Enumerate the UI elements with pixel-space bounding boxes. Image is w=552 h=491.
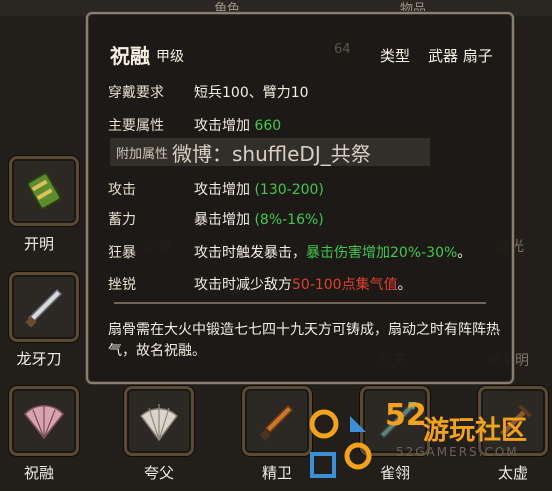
special1-text: 攻击时触发暴击， bbox=[194, 245, 306, 261]
special1-green: 暴击伤害增加20%-30% bbox=[306, 245, 458, 261]
special2-label: 挫锐 bbox=[108, 277, 136, 293]
requirement-value: 短兵100、臂力10 bbox=[194, 85, 309, 101]
special2-end: 。 bbox=[397, 277, 412, 293]
item-grade: 甲级 bbox=[156, 49, 184, 65]
slot-label-zhurong: 祝融 bbox=[23, 464, 54, 482]
blade-icon bbox=[25, 288, 63, 328]
item-type-value: 武器 扇子 bbox=[428, 47, 493, 65]
scroll-icon bbox=[27, 172, 61, 210]
special1-label: 狂暴 bbox=[108, 245, 136, 261]
divider-line bbox=[114, 302, 486, 304]
attack-label: 攻击 bbox=[108, 182, 136, 198]
watermark-text: 微博：shuffleDJ_共祭 bbox=[172, 141, 371, 166]
slot-kaiming[interactable] bbox=[9, 156, 79, 226]
attack-row: 攻击增加 (130-200) bbox=[194, 179, 324, 199]
logo-emblem-icon bbox=[309, 409, 372, 478]
logo-site: 52GAMERS.COM bbox=[396, 445, 519, 459]
main-attr-row: 攻击增加 660 bbox=[194, 115, 281, 135]
item-description: 扇骨需在大火中锻造七七四十九天方可铸成，扇动之时有阵阵热气，故名祝融。 bbox=[108, 322, 500, 359]
special1-end: 。 bbox=[457, 245, 472, 261]
attack-text: 攻击增加 bbox=[194, 182, 250, 198]
item-name: 祝融 bbox=[110, 44, 150, 68]
watermark-bar: 附加属性 微博：shuffleDJ_共祭 bbox=[110, 138, 430, 166]
main-attr-value: 660 bbox=[254, 118, 282, 134]
main-attr-label: 主要属性 bbox=[108, 118, 164, 134]
special2-red: 50-100点集气值 bbox=[292, 277, 398, 293]
dagger-icon bbox=[259, 404, 294, 441]
item-type-label: 类型 bbox=[380, 47, 411, 65]
charge-label: 蓄力 bbox=[108, 212, 136, 228]
requirement-label: 穿戴要求 bbox=[108, 85, 164, 101]
attack-value: (130-200) bbox=[254, 182, 324, 198]
logo-number: 52 bbox=[385, 398, 427, 433]
item-tooltip: 祝融 甲级 64 类型 武器 扇子 穿戴要求 短兵100、臂力10 主要属性 攻… bbox=[86, 12, 514, 384]
charge-value: (8%-16%) bbox=[254, 212, 324, 228]
charge-row: 暴击增加 (8%-16%) bbox=[194, 209, 324, 229]
logo-text: 游玩社区 bbox=[423, 416, 528, 446]
slot-label-kuafu: 夸父 bbox=[143, 464, 174, 482]
slot-zhurong[interactable] bbox=[9, 386, 79, 456]
special2-row: 攻击时减少敌方50-100点集气值。 bbox=[194, 274, 412, 294]
slot-kuafu[interactable] bbox=[124, 386, 194, 456]
main-attr-text: 攻击增加 bbox=[194, 118, 255, 134]
charge-text: 暴击增加 bbox=[194, 212, 250, 228]
fan-icon bbox=[24, 405, 64, 440]
special2-text: 攻击时减少敌方 bbox=[194, 277, 292, 293]
special1-row: 攻击时触发暴击，暴击伤害增加20%-30%。 bbox=[194, 242, 471, 262]
feather-fan-icon bbox=[140, 404, 178, 442]
extra-attr-label: 附加属性 bbox=[116, 146, 169, 162]
slot-longyadao[interactable] bbox=[9, 272, 79, 342]
slot-label-longyadao: 龙牙刀 bbox=[16, 350, 62, 368]
site-logo: 52 游玩社区 52GAMERS.COM bbox=[300, 398, 552, 487]
slot-label-kaiming: 开明 bbox=[23, 235, 54, 253]
ghost-number: 64 bbox=[334, 42, 351, 57]
